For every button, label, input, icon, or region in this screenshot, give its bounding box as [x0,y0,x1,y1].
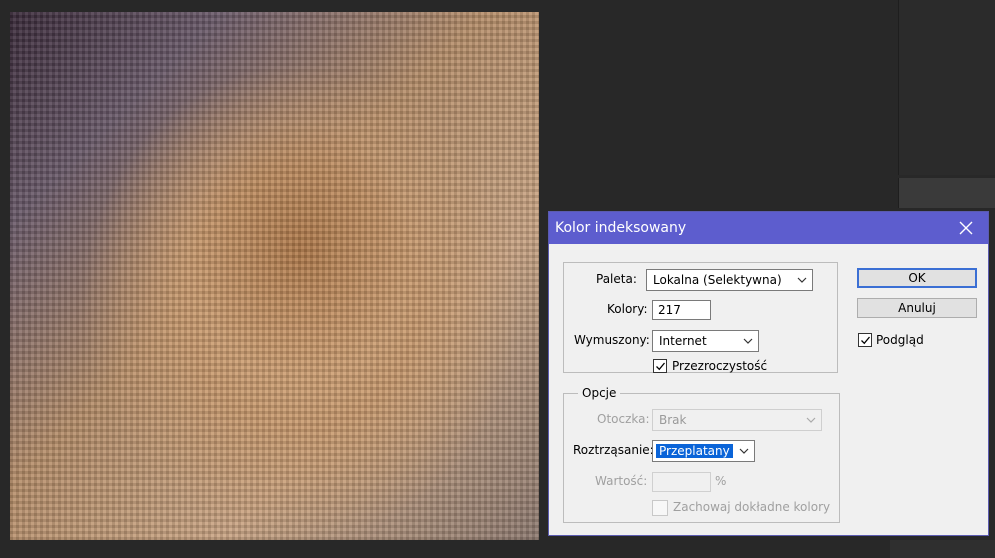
preserve-colors-label[interactable]: Zachowaj dokładne kolory [673,500,830,514]
forced-select[interactable]: Internet [652,330,759,352]
transparency-label[interactable]: Przezroczystość [672,359,767,373]
checkmark-icon [656,362,666,371]
chevron-down-icon [797,277,807,283]
matte-select[interactable]: Brak [652,409,822,431]
close-icon [959,221,973,235]
transparency-checkbox[interactable] [653,359,667,373]
amount-input[interactable] [652,472,711,492]
dither-label: Roztrząsanie: [573,443,654,457]
dither-value: Przeplatany [655,443,734,459]
chevron-down-icon [739,448,749,454]
matte-label: Otoczka: [597,412,650,426]
right-panel [898,0,995,175]
ok-button[interactable]: OK [857,268,977,288]
indexed-color-dialog: Kolor indeksowany Paleta: Lokalna (Selek… [548,211,989,536]
options-legend: Opcje [578,386,621,400]
matte-value: Brak [659,413,687,427]
amount-label: Wartość: [595,474,648,488]
dialog-title: Kolor indeksowany [555,220,687,236]
forced-value: Internet [659,334,707,348]
image-canvas[interactable] [10,12,539,540]
palette-select[interactable]: Lokalna (Selektywna) [646,269,813,291]
preserve-colors-checkbox[interactable] [652,500,668,516]
right-panel-header [898,178,995,208]
checkmark-icon [861,336,871,345]
colors-input[interactable]: 217 [652,300,711,320]
colors-label: Kolory: [607,302,648,316]
chevron-down-icon [806,417,816,423]
preview-label[interactable]: Podgląd [876,333,924,347]
chevron-down-icon [743,338,753,344]
close-button[interactable] [944,212,988,244]
dialog-titlebar[interactable]: Kolor indeksowany [549,212,988,244]
palette-label: Paleta: [596,272,637,286]
palette-group: Paleta: Lokalna (Selektywna) Kolory: 217… [563,262,838,373]
options-group: Opcje Otoczka: Brak Roztrząsanie: Przepl… [563,386,840,523]
cancel-button[interactable]: Anuluj [857,298,977,318]
right-panel-footer [890,540,995,558]
dither-select[interactable]: Przeplatany [652,440,755,462]
amount-unit: % [715,474,727,488]
forced-label: Wymuszony: [574,333,650,347]
preview-checkbox[interactable] [858,333,872,347]
palette-value: Lokalna (Selektywna) [653,273,782,287]
